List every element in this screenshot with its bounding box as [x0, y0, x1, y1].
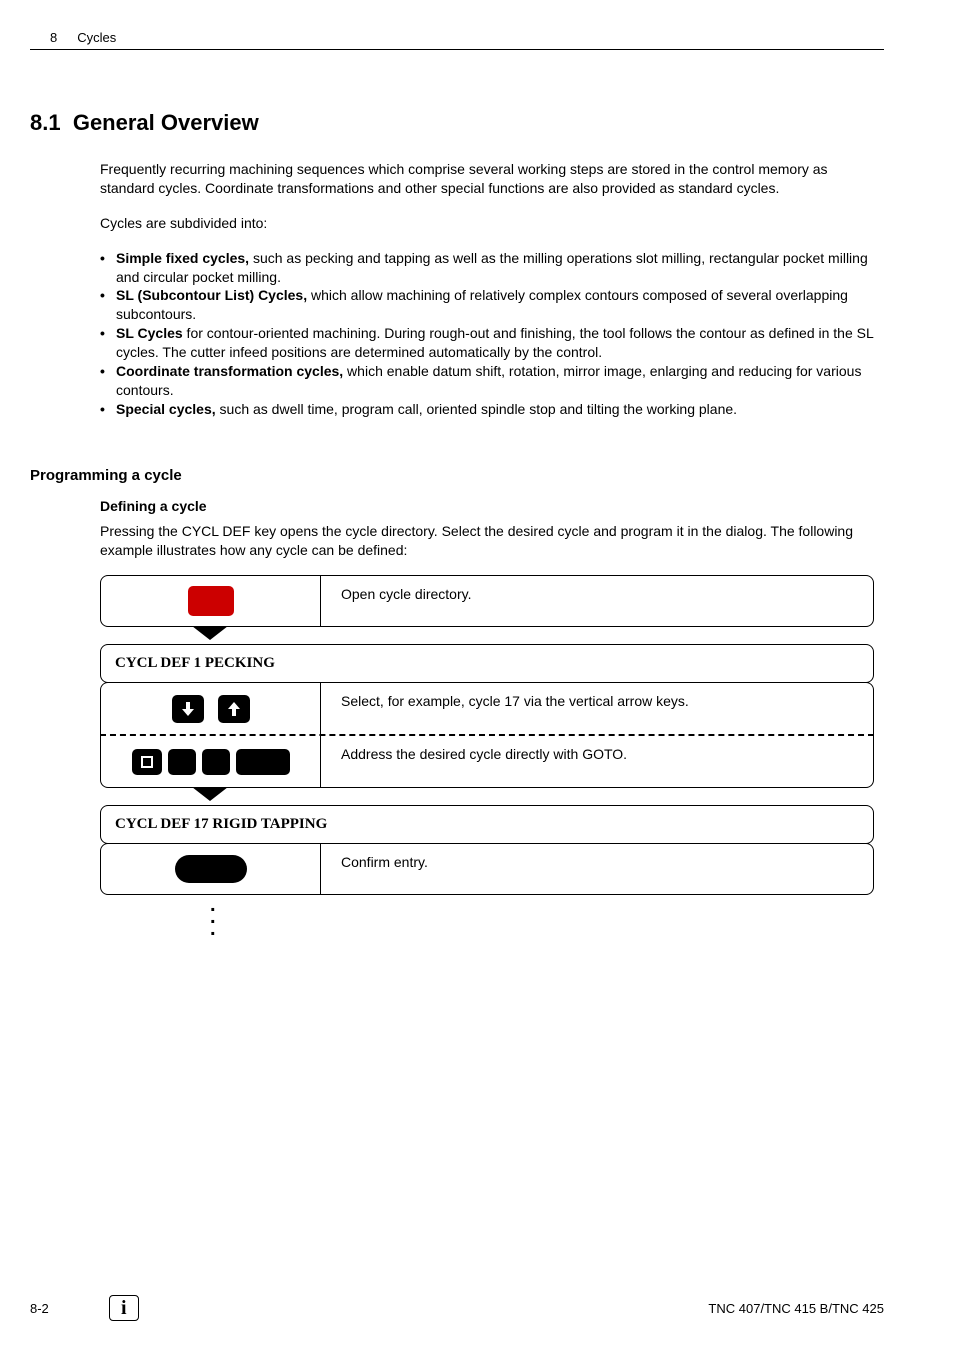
number-key-icon: [202, 749, 230, 775]
section-title: General Overview: [73, 110, 259, 135]
list-item: Coordinate transformation cycles, which …: [100, 362, 874, 400]
page-number: 8-2: [30, 1301, 49, 1316]
arrow-down-key-icon: [172, 695, 204, 723]
chapter-title: Cycles: [77, 30, 116, 45]
step-row: Select, for example, cycle 17 via the ve…: [100, 682, 874, 734]
list-item: SL Cycles for contour-oriented machining…: [100, 324, 874, 362]
section-number: 8.1: [30, 110, 61, 135]
flow-arrow-icon: [100, 787, 320, 801]
arrow-up-key-icon: [218, 695, 250, 723]
info-icon: i: [109, 1295, 139, 1321]
step-key-area: [101, 844, 321, 894]
cycle-types-list: Simple fixed cycles, such as pecking and…: [100, 249, 874, 419]
enter-key-icon: [236, 749, 290, 775]
header-rule: [30, 49, 884, 50]
screen-output: CYCL DEF 1 PECKING: [100, 644, 874, 683]
sub-intro: Cycles are subdivided into:: [100, 214, 874, 233]
step-description: Confirm entry.: [321, 844, 873, 894]
enter-key-icon: [175, 855, 247, 883]
intro-paragraph: Frequently recurring machining sequences…: [100, 160, 874, 198]
step-row: Address the desired cycle directly with …: [100, 736, 874, 788]
step-row: Open cycle directory.: [100, 575, 874, 627]
step-key-area: [101, 576, 321, 626]
list-item: SL (Subcontour List) Cycles, which allow…: [100, 286, 874, 324]
step-description: Open cycle directory.: [321, 576, 873, 626]
screen-output: CYCL DEF 17 RIGID TAPPING: [100, 805, 874, 844]
step-description: Address the desired cycle directly with …: [321, 736, 873, 787]
continuation-dots: ...: [210, 899, 884, 935]
programming-heading: Programming a cycle: [30, 467, 884, 484]
section-heading: 8.1 General Overview: [30, 110, 884, 136]
step-row: Confirm entry.: [100, 843, 874, 895]
list-item: Special cycles, such as dwell time, prog…: [100, 400, 874, 419]
defining-subheading: Defining a cycle: [100, 498, 874, 514]
page-footer: 8-2 i TNC 407/TNC 415 B/TNC 425: [30, 1295, 884, 1321]
step-description: Select, for example, cycle 17 via the ve…: [321, 683, 873, 734]
running-header: 8 Cycles: [30, 30, 884, 45]
cycl-def-key-icon: [188, 586, 234, 616]
doc-reference: TNC 407/TNC 415 B/TNC 425: [708, 1301, 884, 1316]
step-key-area: [101, 736, 321, 787]
flow-arrow-icon: [100, 626, 320, 640]
chapter-number: 8: [50, 30, 57, 45]
defining-text: Pressing the CYCL DEF key opens the cycl…: [100, 522, 874, 560]
list-item: Simple fixed cycles, such as pecking and…: [100, 249, 874, 287]
step-key-area: [101, 683, 321, 734]
goto-key-icon: [132, 749, 162, 775]
number-key-icon: [168, 749, 196, 775]
